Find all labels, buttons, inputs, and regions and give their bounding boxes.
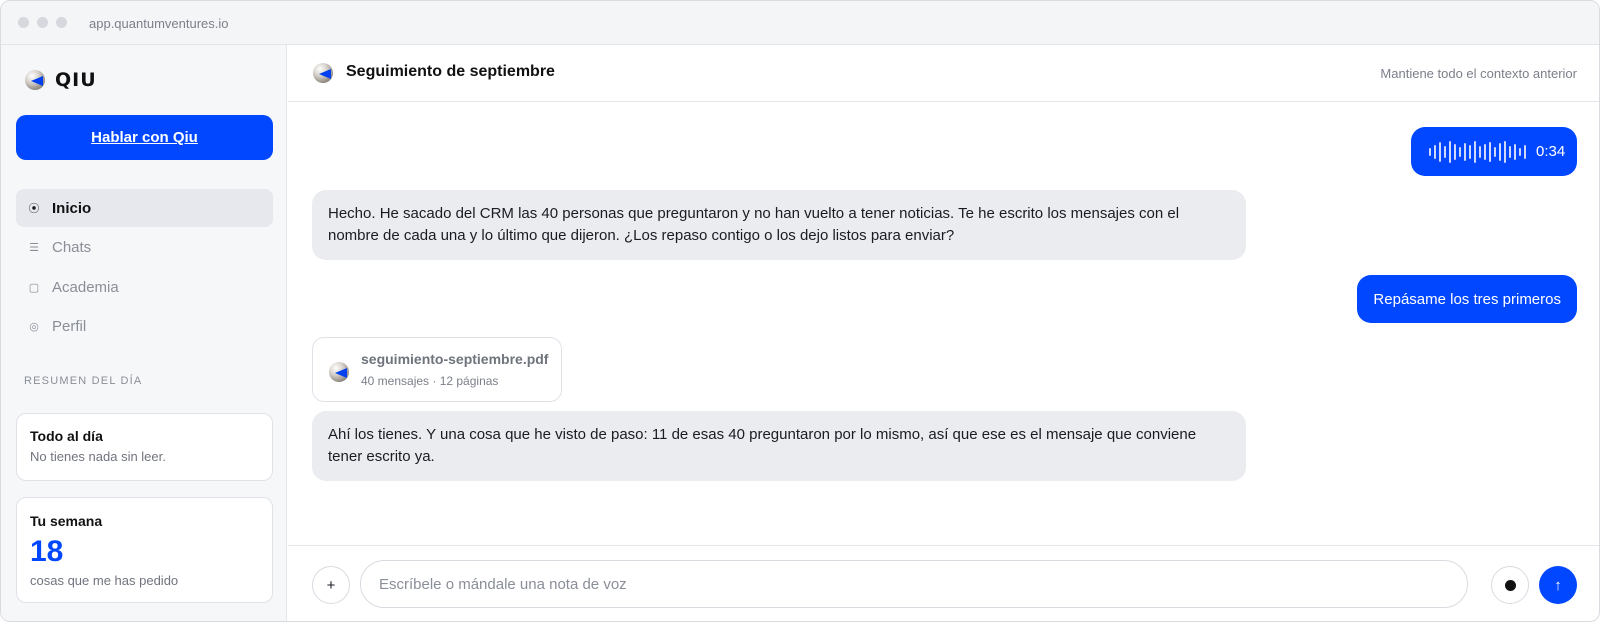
waveform-bar — [1464, 142, 1466, 161]
attachment-filename: seguimiento-septiembre.pdf — [361, 351, 549, 367]
waveform-bar — [1484, 143, 1486, 160]
week-card-count: 18 — [30, 535, 64, 568]
waveform-bar — [1439, 141, 1441, 162]
today-card-title: Todo al día — [30, 428, 103, 444]
browser-titlebar: app.quantumventures.io — [1, 1, 1599, 45]
brand-name: QIU — [55, 69, 97, 91]
profile-icon: ◎ — [29, 320, 39, 333]
voice-duration: 0:34 — [1536, 143, 1566, 160]
waveform-bar — [1509, 145, 1511, 158]
waveform-bar — [1479, 145, 1481, 158]
waveform-bar — [1499, 142, 1501, 161]
waveform-bar — [1459, 146, 1461, 157]
sidebar-item-perfil[interactable]: ◎ Perfil — [16, 307, 273, 345]
record-icon — [1504, 579, 1516, 591]
waveform-bar — [1449, 140, 1451, 163]
sidebar-item-label: Perfil — [52, 317, 87, 335]
pdf-attachment[interactable]: seguimiento-septiembre.pdf 40 mensajes ·… — [312, 337, 562, 402]
assistant-message: Hecho. He sacado del CRM las 40 personas… — [312, 190, 1246, 260]
week-card: Tu semana 18 cosas que me has pedido — [16, 497, 273, 603]
brand[interactable]: QIU — [25, 69, 97, 91]
record-voice-button[interactable] — [1491, 566, 1529, 604]
voice-message[interactable]: 0:34 — [1411, 127, 1577, 176]
qiu-logo-icon — [329, 362, 349, 382]
context-note: Mantiene todo el contexto anterior — [1380, 66, 1577, 81]
user-message: Repásame los tres primeros — [1357, 275, 1577, 323]
chat-header: Seguimiento de septiembre Mantiene todo … — [288, 45, 1599, 102]
square-icon: ▢ — [28, 281, 40, 294]
sidebar-item-academia[interactable]: ▢ Academia — [16, 268, 273, 306]
address-bar-url[interactable]: app.quantumventures.io — [89, 16, 228, 31]
window-close-dot[interactable] — [18, 17, 29, 28]
daily-summary-heading: RESUMEN DEL DÍA — [24, 375, 143, 387]
waveform-bar — [1524, 144, 1526, 159]
chat-title: Seguimiento de septiembre — [346, 63, 555, 80]
send-button[interactable]: ↑ — [1539, 566, 1577, 604]
talk-to-qiu-button[interactable]: Hablar con Qiu — [16, 115, 273, 160]
window-minimize-dot[interactable] — [37, 17, 48, 28]
qiu-logo-icon — [25, 70, 45, 90]
app-window: app.quantumventures.io QIU Hablar con Qi… — [0, 0, 1600, 622]
composer: + ↑ — [288, 545, 1599, 621]
chat-panel: Seguimiento de septiembre Mantiene todo … — [288, 45, 1599, 621]
add-attachment-button[interactable]: + — [312, 566, 350, 604]
waveform-bar — [1514, 143, 1516, 160]
sidebar-item-label: Inicio — [52, 199, 92, 217]
today-card: Todo al día No tienes nada sin leer. — [16, 413, 273, 481]
week-card-title: Tu semana — [30, 513, 103, 529]
waveform-bar — [1494, 146, 1496, 157]
sidebar-item-label: Academia — [52, 278, 119, 296]
today-card-subtitle: No tienes nada sin leer. — [30, 449, 166, 464]
waveform-icon — [1429, 140, 1526, 164]
waveform-bar — [1469, 144, 1471, 159]
window-maximize-dot[interactable] — [56, 17, 67, 28]
sidebar-item-chats[interactable]: ☰ Chats — [16, 228, 273, 266]
list-icon: ☰ — [29, 241, 39, 254]
waveform-bar — [1434, 144, 1436, 159]
attachment-meta: 40 mensajes · 12 páginas — [361, 374, 499, 388]
sidebar: QIU Hablar con Qiu ⦿ Inicio ☰ Chats ▢ Ac… — [1, 45, 287, 621]
waveform-bar — [1489, 141, 1491, 162]
sidebar-item-label: Chats — [52, 238, 92, 256]
waveform-bar — [1444, 145, 1446, 158]
sidebar-item-inicio[interactable]: ⦿ Inicio — [16, 189, 273, 227]
waveform-bar — [1519, 147, 1521, 156]
waveform-bar — [1429, 147, 1431, 156]
waveform-bar — [1474, 140, 1476, 163]
message-input[interactable] — [360, 560, 1468, 608]
target-icon: ⦿ — [28, 203, 40, 215]
week-card-subtitle: cosas que me has pedido — [30, 573, 179, 588]
qiu-logo-icon — [313, 63, 333, 83]
assistant-message: Ahí los tienes. Y una cosa que he visto … — [312, 411, 1246, 481]
waveform-bar — [1454, 143, 1456, 160]
waveform-bar — [1504, 140, 1506, 163]
